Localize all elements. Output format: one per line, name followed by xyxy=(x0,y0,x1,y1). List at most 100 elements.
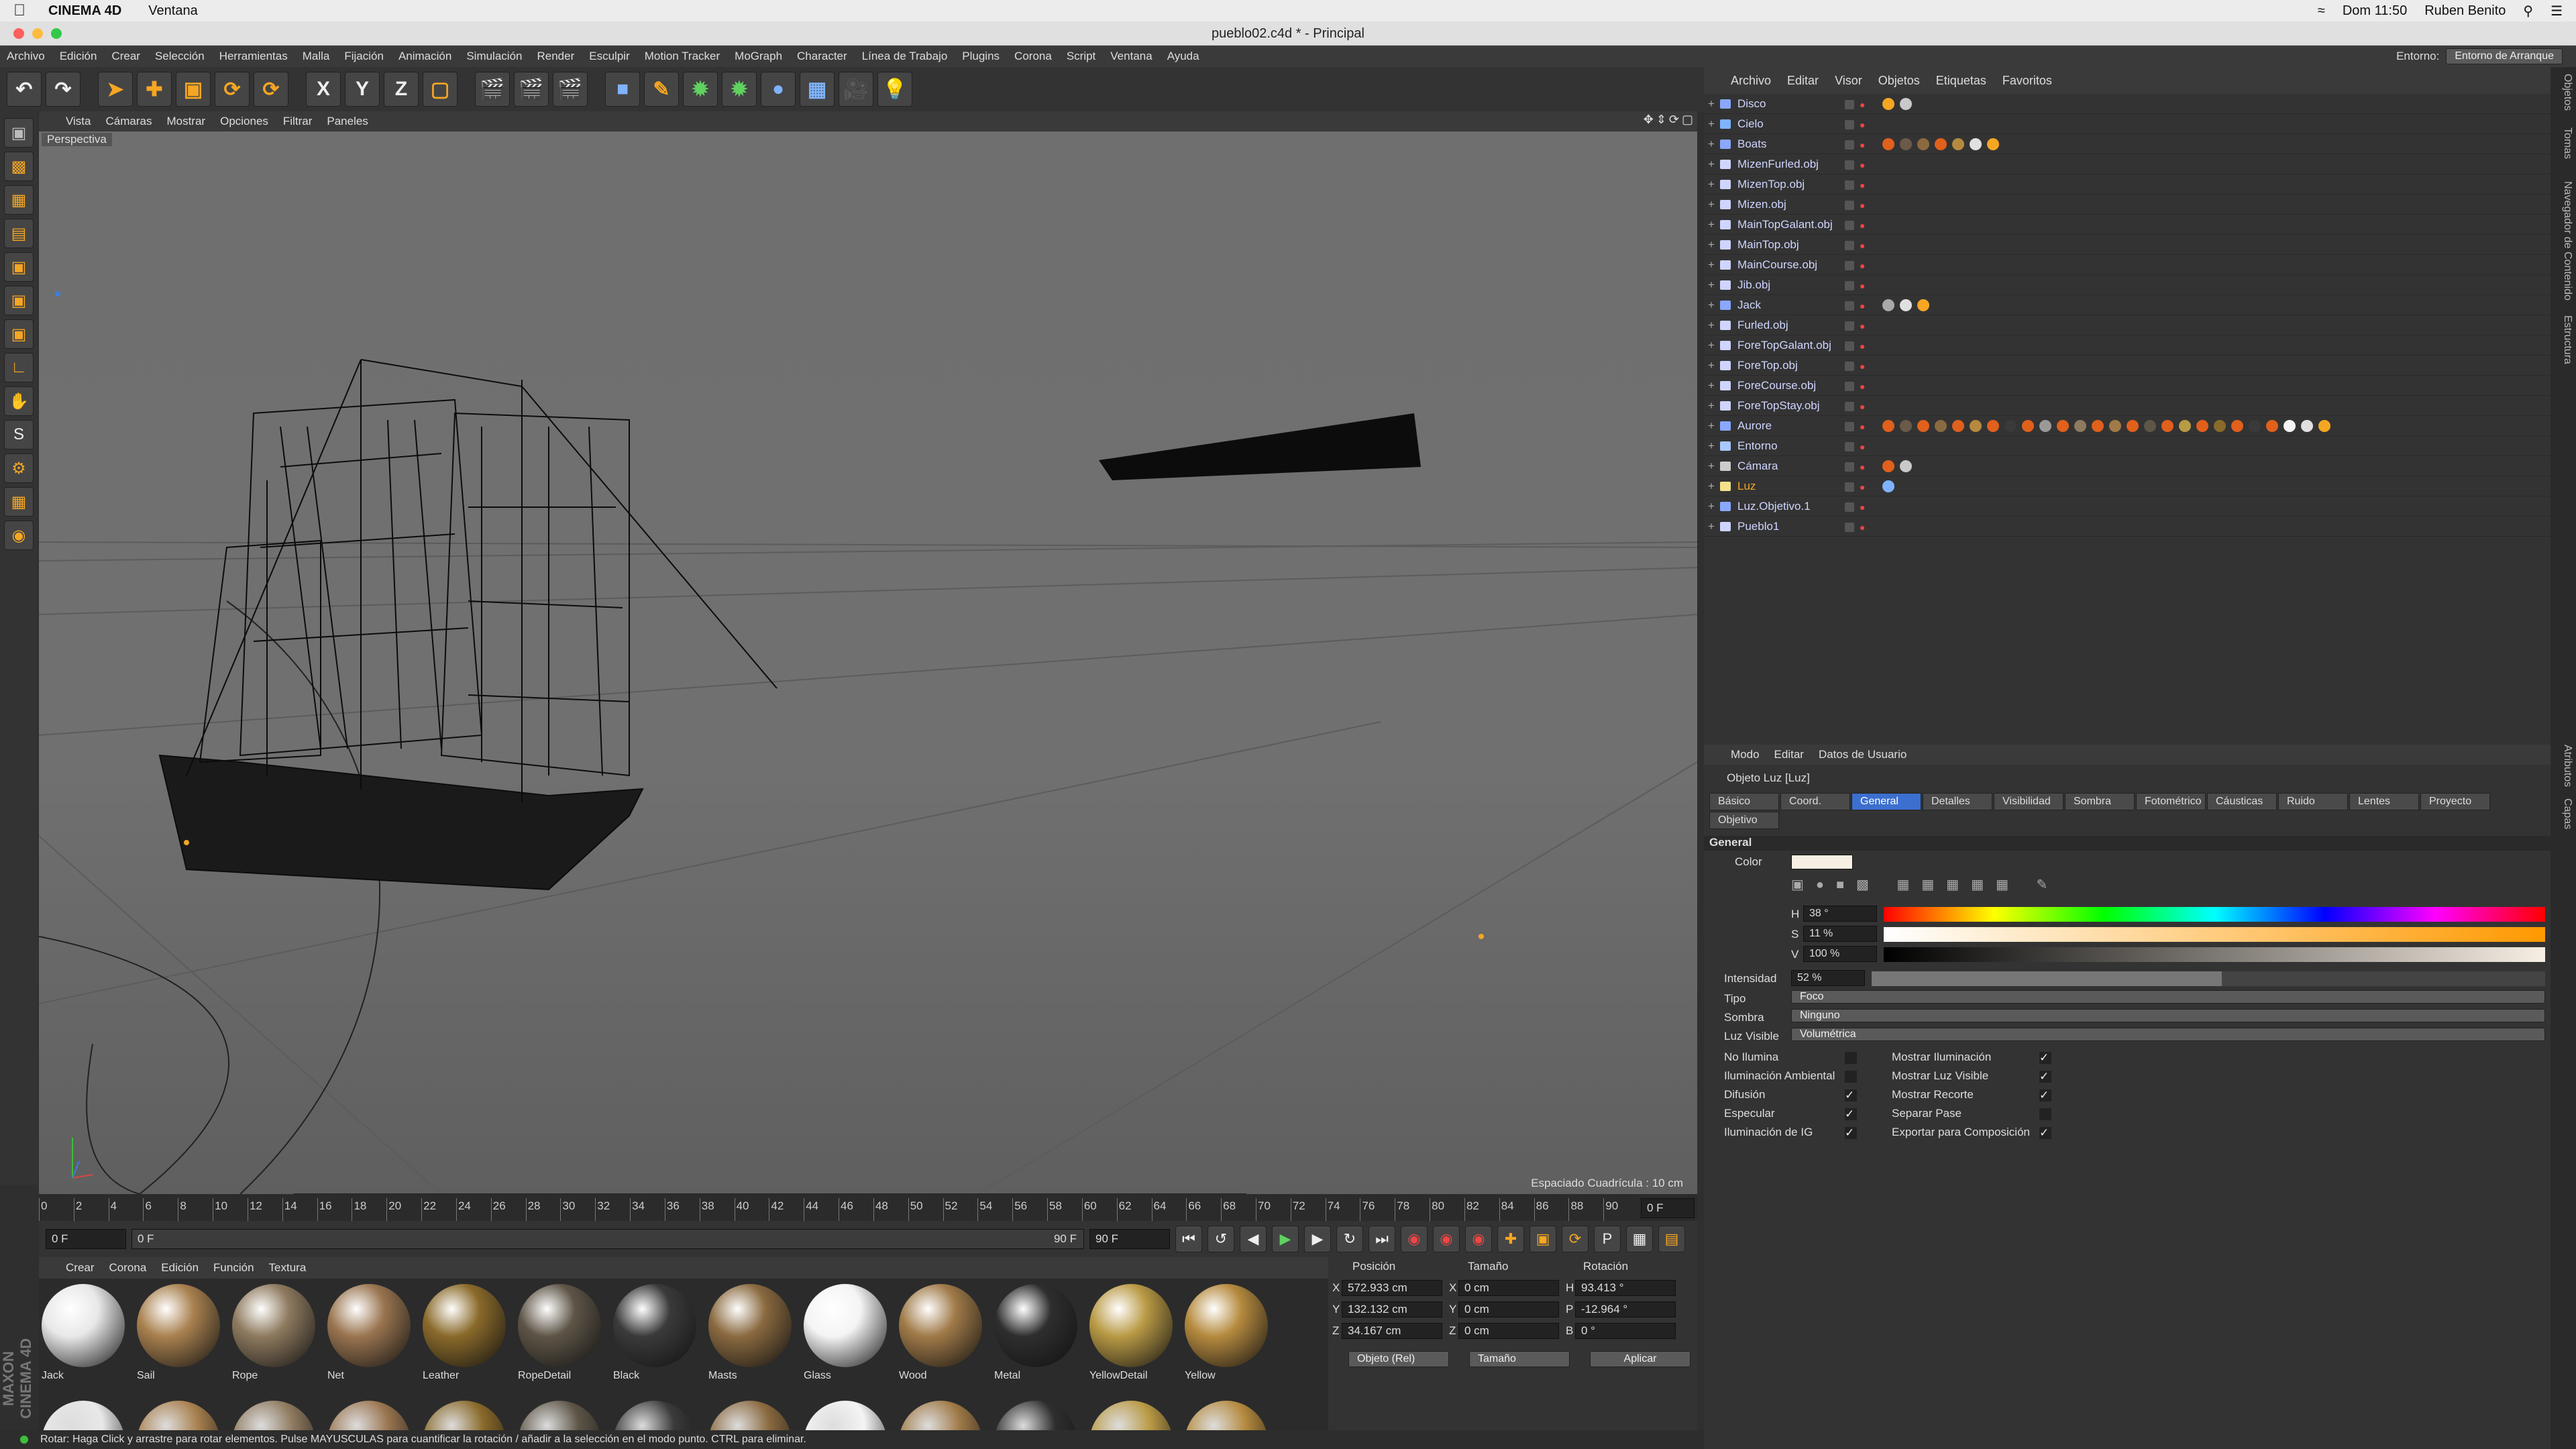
visibility-toggle-icon[interactable] xyxy=(1845,221,1854,230)
tag-icon[interactable] xyxy=(2231,420,2243,432)
menu-item[interactable]: Render xyxy=(537,50,574,63)
checkbox[interactable] xyxy=(2039,1108,2051,1120)
rotate-tool-button[interactable]: ⟳ xyxy=(215,72,250,107)
hue-slider[interactable] xyxy=(1884,907,2545,922)
render-toggle-icon[interactable]: ● xyxy=(1860,341,1865,351)
checkbox[interactable]: ✓ xyxy=(1845,1089,1857,1102)
render-toggle-icon[interactable]: ● xyxy=(1860,523,1865,532)
v-field[interactable]: 100 % xyxy=(1803,946,1877,962)
previous-key-button[interactable]: ↺ xyxy=(1208,1226,1234,1252)
cube-object-button[interactable]: ■ xyxy=(605,72,640,107)
material-menu-item[interactable]: Corona xyxy=(109,1261,147,1275)
render-toggle-icon[interactable]: ● xyxy=(1860,402,1865,411)
expand-icon[interactable]: + xyxy=(1708,356,1715,376)
record-rotation-button[interactable]: ⟳ xyxy=(1562,1226,1589,1252)
subdivision-button[interactable]: ✹ xyxy=(683,72,718,107)
size-field[interactable]: 0 cm xyxy=(1458,1280,1559,1296)
tag-icon[interactable] xyxy=(1882,420,1894,432)
visibility-toggle-icon[interactable] xyxy=(1845,502,1854,512)
model-mode-icon[interactable]: ▩ xyxy=(4,152,34,181)
material-swatch-row2[interactable] xyxy=(1089,1401,1177,1430)
expand-icon[interactable]: + xyxy=(1708,94,1715,114)
render-picture-viewer-button[interactable]: 🎬 xyxy=(514,72,549,107)
material-swatch-row2[interactable] xyxy=(423,1401,510,1430)
menu-item[interactable]: Línea de Trabajo xyxy=(862,50,948,63)
next-key-button[interactable]: ↻ xyxy=(1336,1226,1363,1252)
tag-icon[interactable] xyxy=(1900,138,1912,150)
object-row[interactable]: + Boats ● xyxy=(1704,134,2551,154)
tab-coord.[interactable]: Coord. xyxy=(1780,793,1850,810)
material-swatch[interactable]: Yellow xyxy=(1185,1284,1272,1389)
render-toggle-icon[interactable]: ● xyxy=(1860,261,1865,270)
object-row[interactable]: + Furled.obj ● xyxy=(1704,315,2551,335)
checkbox[interactable]: ✓ xyxy=(2039,1052,2051,1064)
visibility-toggle-icon[interactable] xyxy=(1845,281,1854,290)
minimize-window-icon[interactable] xyxy=(32,28,43,39)
z-axis-button[interactable]: Z xyxy=(384,72,419,107)
expand-icon[interactable]: + xyxy=(1708,215,1715,235)
search-icon[interactable]: ⚲ xyxy=(2523,3,2533,19)
tag-icon[interactable] xyxy=(2109,420,2121,432)
visibility-toggle-icon[interactable] xyxy=(1845,201,1854,210)
material-swatch[interactable]: RopeDetail xyxy=(518,1284,605,1389)
tag-icon[interactable] xyxy=(1900,460,1912,472)
material-swatch-row2[interactable] xyxy=(327,1401,415,1430)
tag-icon[interactable] xyxy=(2318,420,2330,432)
tag-icon[interactable] xyxy=(2161,420,2174,432)
tag-icon[interactable] xyxy=(2004,420,2017,432)
tag-icon[interactable] xyxy=(1917,138,1929,150)
tab-cáusticas[interactable]: Cáusticas xyxy=(2207,793,2277,810)
locked-workplane-icon[interactable]: ⚙ xyxy=(4,453,34,483)
render-toggle-icon[interactable]: ● xyxy=(1860,100,1865,109)
tab-general[interactable]: General xyxy=(1851,793,1921,810)
material-swatch[interactable]: Net xyxy=(327,1284,415,1389)
visibility-toggle-icon[interactable] xyxy=(1845,120,1854,129)
axis-mode-icon[interactable]: ∟ xyxy=(4,353,34,382)
app-menu[interactable]: CINEMA 4D xyxy=(48,3,121,19)
visibility-toggle-icon[interactable] xyxy=(1845,442,1854,451)
object-row[interactable]: + MainCourse.obj ● xyxy=(1704,255,2551,275)
material-menu-item[interactable]: Textura xyxy=(269,1261,307,1275)
h-field[interactable]: 38 ° xyxy=(1803,906,1877,922)
close-window-icon[interactable] xyxy=(13,28,24,39)
tag-icon[interactable] xyxy=(2301,420,2313,432)
expand-icon[interactable]: + xyxy=(1708,476,1715,496)
object-menu-item[interactable]: Etiquetas xyxy=(1936,74,1986,88)
menu-item[interactable]: Herramientas xyxy=(219,50,288,63)
tab-detalles[interactable]: Detalles xyxy=(1923,793,1992,810)
tag-icon[interactable] xyxy=(1882,138,1894,150)
position-field[interactable]: 132.132 cm xyxy=(1342,1301,1442,1318)
tag-icon[interactable] xyxy=(1900,420,1912,432)
saturation-slider[interactable] xyxy=(1884,927,2545,942)
size-field[interactable]: 0 cm xyxy=(1458,1301,1559,1318)
tag-icon[interactable] xyxy=(1952,420,1964,432)
material-swatch[interactable]: Black xyxy=(613,1284,700,1389)
visibility-toggle-icon[interactable] xyxy=(1845,422,1854,431)
render-toggle-icon[interactable]: ● xyxy=(1860,140,1865,150)
tag-icon[interactable] xyxy=(1952,138,1964,150)
render-toggle-icon[interactable]: ● xyxy=(1860,281,1865,290)
render-toggle-icon[interactable]: ● xyxy=(1860,201,1865,210)
tab-objetivo[interactable]: Objetivo xyxy=(1709,812,1779,829)
x-axis-button[interactable]: X xyxy=(306,72,341,107)
expand-icon[interactable]: + xyxy=(1708,456,1715,476)
render-view-button[interactable]: 🎬 xyxy=(475,72,510,107)
go-to-end-button[interactable]: ⏭ xyxy=(1368,1226,1395,1252)
object-row[interactable]: + Jack ● xyxy=(1704,295,2551,315)
material-swatch-row2[interactable] xyxy=(137,1401,224,1430)
viewport-menu-item[interactable]: Vista xyxy=(66,115,91,128)
tab-proyecto[interactable]: Proyecto xyxy=(2420,793,2490,810)
render-toggle-icon[interactable]: ● xyxy=(1860,120,1865,129)
checkbox[interactable]: ✓ xyxy=(1845,1108,1857,1120)
menu-item[interactable]: MoGraph xyxy=(735,50,782,63)
scale-tool-button[interactable]: ▣ xyxy=(176,72,211,107)
solo-icon[interactable]: ◉ xyxy=(4,521,34,550)
visibility-toggle-icon[interactable] xyxy=(1845,402,1854,411)
attribute-menu-item[interactable]: Datos de Usuario xyxy=(1819,748,1907,761)
s-field[interactable]: 11 % xyxy=(1803,926,1877,942)
menu-item[interactable]: Animación xyxy=(398,50,451,63)
coordinate-mode-dropdown[interactable]: Objeto (Rel) xyxy=(1348,1351,1449,1367)
tag-icon[interactable] xyxy=(2022,420,2034,432)
visibility-toggle-icon[interactable] xyxy=(1845,341,1854,351)
pen-spline-button[interactable]: ✎ xyxy=(644,72,679,107)
